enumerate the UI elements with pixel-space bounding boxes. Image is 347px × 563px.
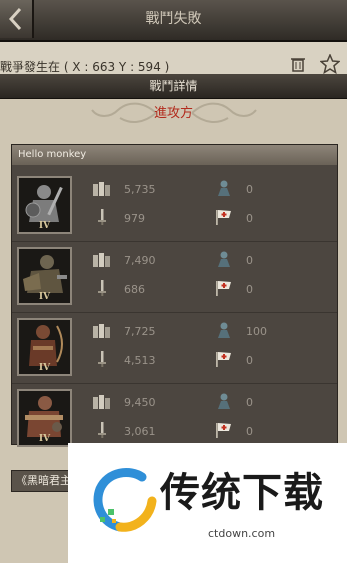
- lost-count: 0: [246, 396, 253, 409]
- lost-troops-icon: [218, 180, 230, 196]
- unit-portrait[interactable]: IV: [17, 247, 72, 305]
- wounded-flag-icon: [216, 423, 231, 438]
- back-arrow-icon: [8, 7, 22, 31]
- attacker-side-label: 進攻方: [153, 106, 193, 121]
- troops-count: 7,725: [124, 325, 156, 338]
- ctdown-logo-icon: [93, 468, 157, 532]
- unit-row: IV 5,735 0 979 0: [12, 171, 337, 241]
- sword-icon: [98, 351, 106, 367]
- wounded-count: 0: [246, 425, 253, 438]
- attack-value: 4,513: [124, 354, 156, 367]
- wounded-flag-icon: [216, 210, 231, 225]
- unit-portrait[interactable]: IV: [17, 318, 72, 376]
- unit-tier: IV: [38, 434, 51, 444]
- battle-result-title: 戰鬥失敗: [145, 11, 202, 27]
- wounded-count: 0: [246, 283, 253, 296]
- troops-icon: [93, 253, 110, 267]
- wounded-count: 0: [246, 212, 253, 225]
- top-bar: 戰鬥失敗: [0, 0, 347, 42]
- popup-header: 戰鬥詳情: [0, 74, 347, 99]
- unit-tier: IV: [38, 363, 51, 373]
- army-list: Hello monkey IV 5,735 0 979 0 IV 7,490 0…: [11, 144, 338, 447]
- troops-count: 5,735: [124, 183, 156, 196]
- army-name: Hello monkey: [18, 149, 87, 160]
- sword-icon: [98, 280, 106, 296]
- unit-row: IV 7,725 100 4,513 0: [12, 313, 337, 383]
- attack-value: 686: [124, 283, 145, 296]
- attack-value: 3,061: [124, 425, 156, 438]
- trash-icon[interactable]: [290, 56, 306, 72]
- wounded-count: 0: [246, 354, 253, 367]
- unit-portrait[interactable]: IV: [17, 176, 72, 234]
- battle-location-text: 戰爭發生在 ( X : 663 Y : 594 ): [0, 60, 170, 74]
- troops-icon: [93, 324, 110, 338]
- unit-portrait[interactable]: IV: [17, 389, 72, 447]
- army-header: Hello monkey: [12, 145, 337, 165]
- lost-count: 100: [246, 325, 267, 338]
- sword-icon: [98, 209, 106, 225]
- lost-count: 0: [246, 183, 253, 196]
- unit-tier: IV: [38, 221, 51, 231]
- troops-icon: [93, 395, 110, 409]
- watermark-overlay: 传统下载 ctdown.com: [68, 443, 347, 563]
- unit-tier: IV: [38, 292, 51, 302]
- sword-icon: [98, 422, 106, 438]
- favorite-star-icon[interactable]: [320, 54, 340, 74]
- troops-count: 7,490: [124, 254, 156, 267]
- watermark-url: ctdown.com: [208, 527, 276, 540]
- wounded-flag-icon: [216, 281, 231, 296]
- troops-count: 9,450: [124, 396, 156, 409]
- lost-troops-icon: [218, 322, 230, 338]
- wounded-flag-icon: [216, 352, 231, 367]
- lost-count: 0: [246, 254, 253, 267]
- lost-troops-icon: [218, 251, 230, 267]
- unit-row: IV 7,490 0 686 0: [12, 242, 337, 312]
- watermark-title: 传统下载: [160, 470, 324, 516]
- troops-icon: [93, 182, 110, 196]
- attack-value: 979: [124, 212, 145, 225]
- lost-troops-icon: [218, 393, 230, 409]
- back-button[interactable]: [0, 0, 34, 38]
- popup-title: 戰鬥詳情: [149, 79, 198, 93]
